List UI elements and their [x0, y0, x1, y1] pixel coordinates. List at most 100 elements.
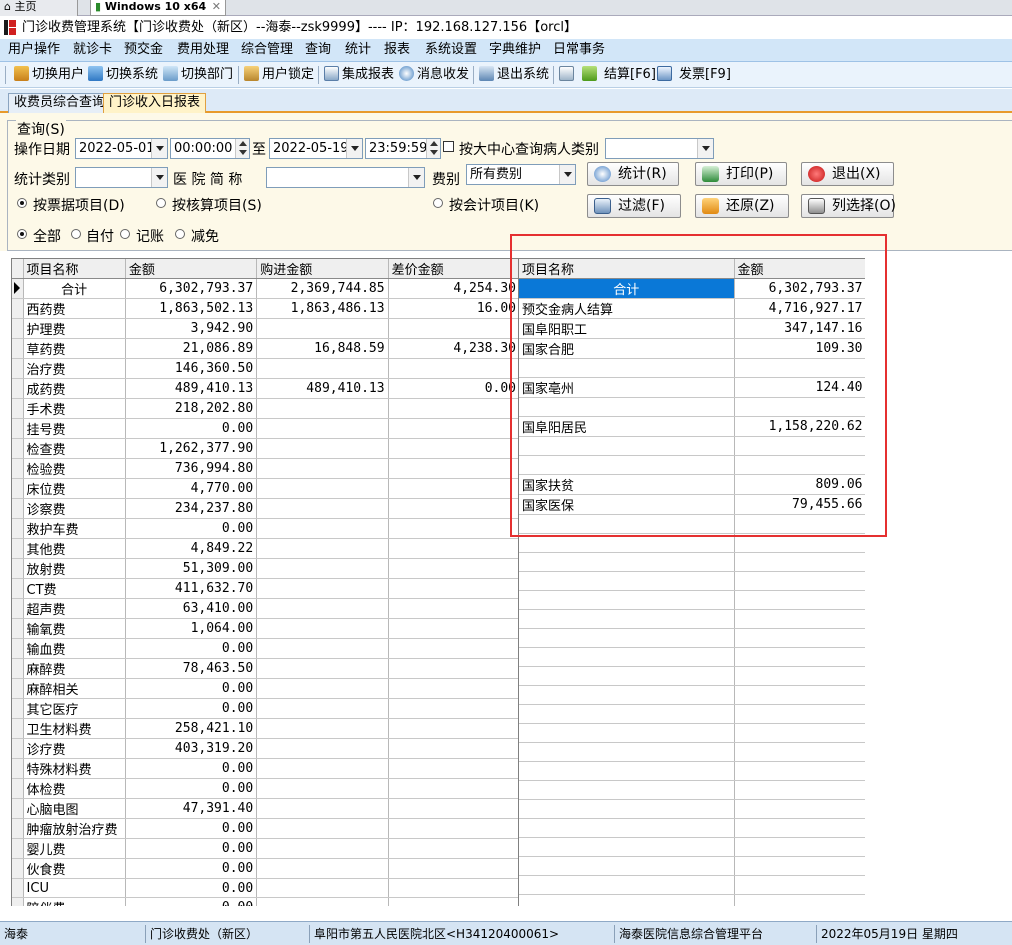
table-cell[interactable] [519, 358, 735, 378]
table-cell[interactable]: 手术费 [23, 398, 126, 419]
table-cell[interactable] [388, 838, 519, 859]
row-header[interactable] [12, 897, 24, 906]
table-cell[interactable]: 6,302,793.37 [734, 278, 865, 299]
row-header[interactable] [12, 618, 24, 639]
row-header[interactable] [12, 758, 24, 779]
table-row[interactable]: 放射费 51,309.00 [12, 558, 519, 579]
table-cell[interactable]: 51,309.00 [125, 558, 258, 579]
table-cell[interactable]: 0.00 [388, 378, 519, 399]
menu-general-management[interactable]: 综合管理 [241, 39, 293, 61]
table-cell[interactable]: 0.00 [125, 518, 258, 539]
table-cell[interactable] [256, 778, 389, 799]
table-cell[interactable] [256, 398, 389, 419]
table-cell[interactable]: 超声费 [23, 598, 126, 619]
table-row[interactable]: 护理费 3,942.90 [12, 318, 519, 339]
row-header[interactable] [12, 478, 24, 499]
invoice-button[interactable]: 发票[F9] [657, 65, 731, 85]
chevron-down-icon[interactable] [697, 139, 713, 158]
table-row[interactable]: 国阜阳职工 347,147.16 [519, 318, 865, 339]
table-cell[interactable]: 体检费 [23, 778, 126, 799]
row-header[interactable] [12, 338, 24, 359]
table-cell[interactable]: 489,410.13 [125, 378, 258, 399]
table-row[interactable]: 肿瘤放射治疗费 0.00 [12, 818, 519, 839]
integrated-report-button[interactable]: 集成报表 [324, 65, 394, 85]
table-cell[interactable]: 西药费 [23, 298, 126, 319]
column-header-purchase-amount[interactable]: 购进金额 [256, 259, 389, 279]
table-cell[interactable]: 国家医保 [519, 494, 735, 515]
table-cell[interactable] [388, 658, 519, 679]
table-row[interactable]: 治疗费 146,360.50 [12, 358, 519, 379]
table-cell[interactable]: 陪伴费 [23, 897, 126, 906]
table-cell[interactable] [734, 436, 865, 456]
table-cell[interactable] [256, 498, 389, 519]
row-header[interactable] [12, 358, 24, 379]
table-cell[interactable]: 4,238.30 [388, 338, 519, 359]
exit-button[interactable]: 退出(X) [801, 162, 894, 186]
start-date-picker[interactable]: 2022-05-01 [75, 138, 168, 159]
table-cell[interactable]: 卫生材料费 [23, 718, 126, 739]
table-row[interactable]: 麻醉相关 0.00 [12, 678, 519, 699]
table-row[interactable]: 其他费 4,849.22 [12, 538, 519, 559]
table-cell[interactable]: 4,849.22 [125, 538, 258, 559]
column-header-item-name[interactable]: 项目名称 [23, 259, 126, 279]
table-cell[interactable] [256, 598, 389, 619]
table-cell[interactable] [388, 678, 519, 699]
table-cell[interactable]: 0.00 [125, 897, 258, 906]
row-header[interactable] [12, 318, 24, 339]
host-home-tab[interactable]: ⌂ 主页 [0, 0, 78, 16]
menu-deposit[interactable]: 预交金 [124, 39, 163, 61]
table-cell[interactable] [256, 618, 389, 639]
table-cell[interactable]: 218,202.80 [125, 398, 258, 419]
menu-dictionary[interactable]: 字典维护 [489, 39, 541, 61]
table-cell[interactable]: 0.00 [125, 678, 258, 699]
table-cell[interactable] [256, 798, 389, 819]
menu-user-ops[interactable]: 用户操作 [8, 39, 60, 61]
column-header-amount[interactable]: 金额 [125, 259, 258, 279]
row-header[interactable] [12, 398, 24, 419]
table-row[interactable]: 婴儿费 0.00 [12, 838, 519, 859]
table-cell[interactable]: 合计 [23, 278, 126, 299]
table-cell[interactable]: 1,158,220.62 [734, 416, 865, 437]
table-cell[interactable] [256, 678, 389, 699]
table-row[interactable] [519, 358, 865, 378]
menu-reports[interactable]: 报表 [384, 39, 410, 61]
table-row[interactable]: 特殊材料费 0.00 [12, 758, 519, 779]
table-cell[interactable]: 国阜阳职工 [519, 318, 735, 339]
row-header[interactable] [12, 678, 24, 699]
table-cell[interactable] [734, 397, 865, 417]
table-cell[interactable] [388, 698, 519, 719]
table-cell[interactable]: 3,942.90 [125, 318, 258, 339]
table-cell[interactable]: 234,237.80 [125, 498, 258, 519]
column-select-button[interactable]: 列选择(O) [801, 194, 896, 218]
table-cell[interactable]: 麻醉相关 [23, 678, 126, 699]
table-cell[interactable]: 国家合肥 [519, 338, 735, 359]
table-row[interactable]: 国家合肥 109.30 [519, 338, 865, 359]
table-row[interactable]: 合计 6,302,793.37 2,369,744.85 4,254.30 [12, 278, 519, 299]
row-header[interactable] [12, 818, 24, 839]
chevron-down-icon[interactable] [346, 139, 362, 158]
table-cell[interactable]: 0.00 [125, 418, 258, 439]
table-cell[interactable]: 婴儿费 [23, 838, 126, 859]
table-cell[interactable] [256, 838, 389, 859]
table-cell[interactable]: 78,463.50 [125, 658, 258, 679]
table-cell[interactable]: 411,632.70 [125, 578, 258, 599]
table-cell[interactable] [256, 738, 389, 759]
switch-system-button[interactable]: 切换系统 [88, 65, 158, 85]
table-cell[interactable] [519, 436, 735, 456]
chevron-down-icon[interactable] [408, 168, 424, 187]
table-cell[interactable]: 1,064.00 [125, 618, 258, 639]
table-cell[interactable]: 1,863,486.13 [256, 298, 389, 319]
table-cell[interactable]: 4,770.00 [125, 478, 258, 499]
row-header[interactable] [12, 458, 24, 479]
radio-self-pay[interactable] [71, 229, 81, 239]
row-header[interactable] [12, 658, 24, 679]
table-cell[interactable]: 合计 [519, 278, 735, 299]
table-cell[interactable]: 救护车费 [23, 518, 126, 539]
table-cell[interactable] [388, 578, 519, 599]
row-header[interactable] [12, 698, 24, 719]
menu-query[interactable]: 查询 [305, 39, 331, 61]
table-cell[interactable]: 79,455.66 [734, 494, 865, 515]
lock-user-button[interactable]: 用户锁定 [244, 65, 314, 85]
column-header-item-name[interactable]: 项目名称 [519, 259, 735, 279]
center-query-checkbox[interactable] [443, 141, 454, 152]
